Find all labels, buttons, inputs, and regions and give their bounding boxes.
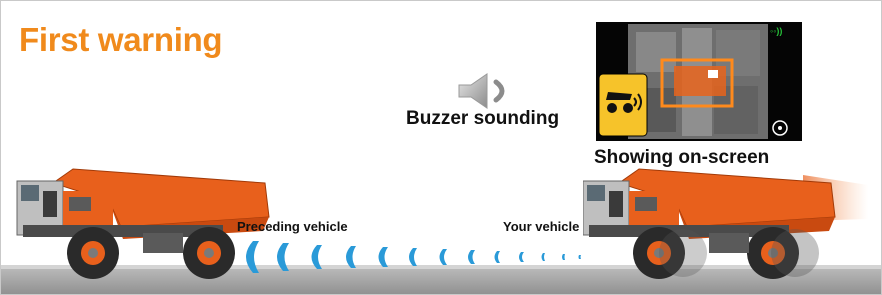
sensor-wave [468,250,475,264]
sensor-waves [246,241,581,273]
sensor-wave [378,247,388,267]
sensor-status-icon: ◦◦)) [770,26,782,36]
buzzer-label: Buzzer sounding [406,108,560,129]
sensor-wave [439,249,447,265]
your-vehicle-label: Your vehicle [503,219,580,234]
sensor-wave [578,255,581,259]
sensor-wave [246,241,259,273]
sensor-wave [409,248,417,266]
sensor-wave [311,245,322,269]
page-title: First warning [19,21,223,58]
monitor-screen: ◦◦)) [596,22,802,141]
sensor-wave [277,243,289,271]
sensor-wave [494,251,500,263]
sensor-wave [541,253,545,261]
speaker-icon [458,73,505,109]
sensor-wave [562,254,565,260]
preceding-vehicle-label: Preceding vehicle [237,219,348,234]
preceding-vehicle-truck [16,168,270,279]
sensor-wave [519,252,524,262]
svg-text:◦◦)): ◦◦)) [770,26,782,36]
warning-panel: First warning Buzzer sounding ◦◦)) Showi… [0,0,882,295]
your-vehicle-truck [583,168,868,279]
sensor-wave [346,246,356,268]
